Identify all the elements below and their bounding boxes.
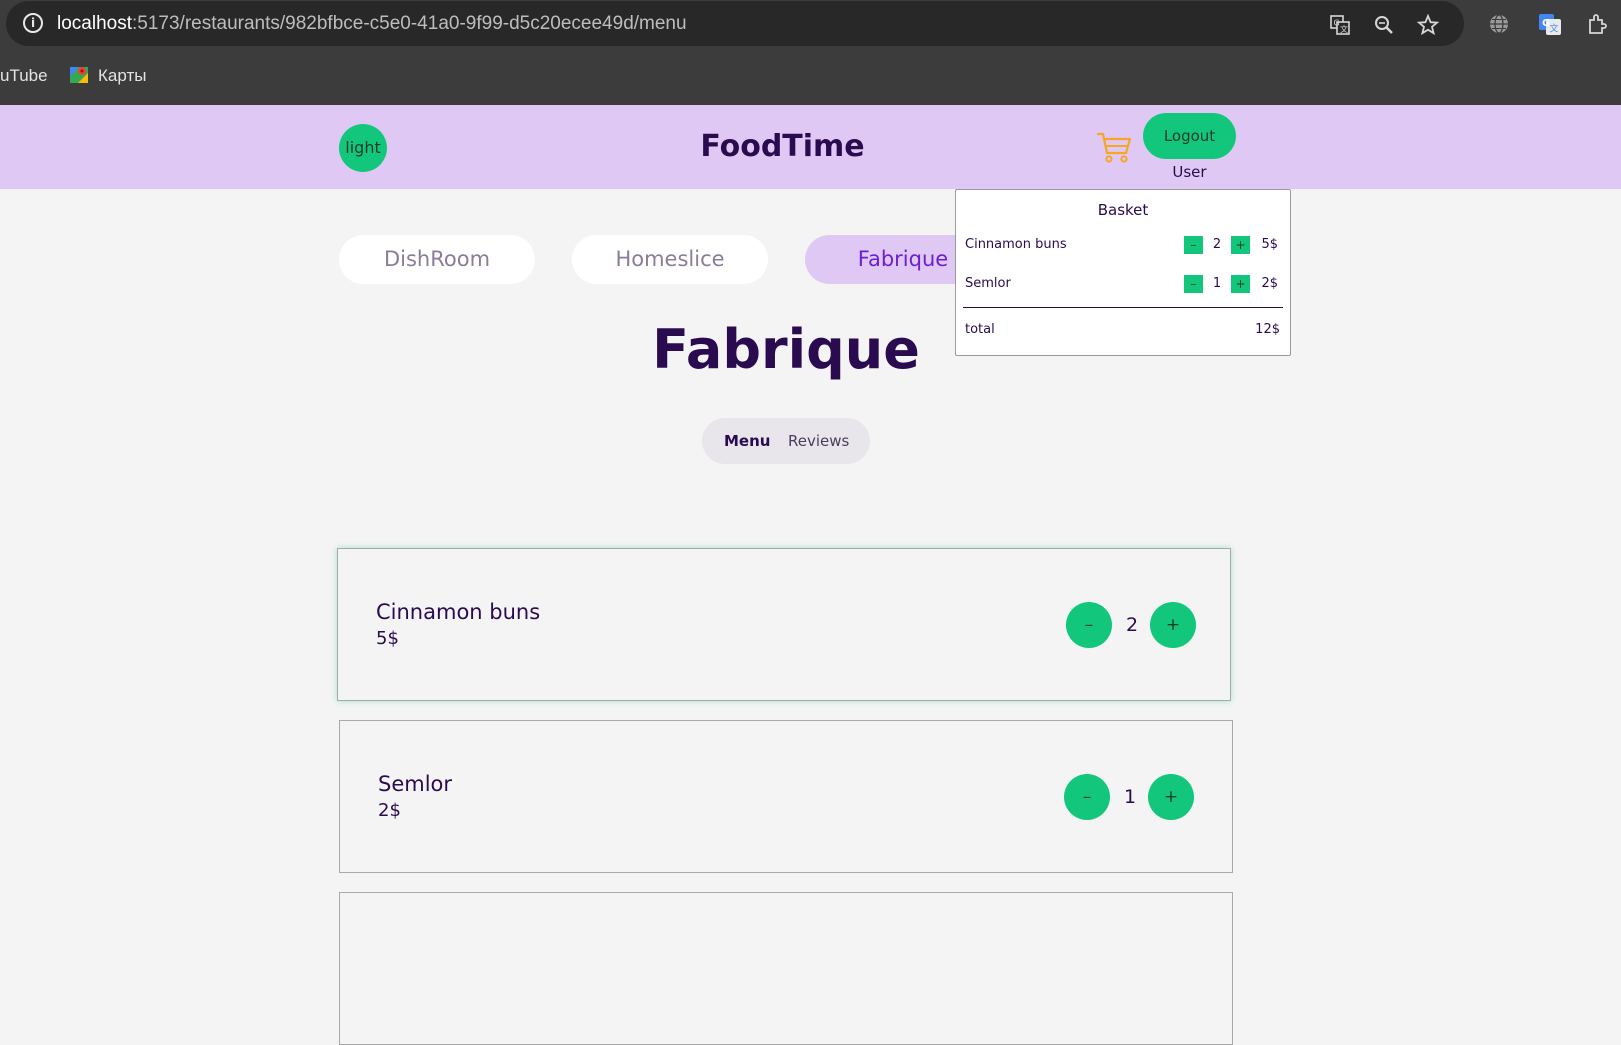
globe-icon[interactable]: [1487, 12, 1511, 36]
basket-decrement-button[interactable]: –: [1184, 236, 1203, 254]
basket-increment-button[interactable]: +: [1231, 236, 1250, 254]
shopping-cart-icon[interactable]: [1096, 129, 1132, 165]
basket-item-name: Cinnamon buns: [965, 237, 1067, 252]
restaurant-tab-dishroom[interactable]: DishRoom: [339, 235, 535, 284]
svg-text:文: 文: [1550, 23, 1559, 35]
basket-total-label: total: [965, 322, 995, 337]
translate-icon[interactable]: G文: [1328, 13, 1352, 37]
dish-count: 2: [1125, 614, 1139, 636]
extensions-icon[interactable]: [1586, 12, 1610, 36]
google-translate-icon[interactable]: G文: [1538, 12, 1562, 36]
basket-item-count: 2: [1212, 237, 1222, 252]
google-maps-icon: [69, 65, 89, 85]
basket-popup: Basket Cinnamon buns – 2 + 5$ Semlor – 1…: [955, 189, 1291, 356]
address-bar[interactable]: i localhost:5173/restaurants/982bfbce-c5…: [6, 1, 1464, 46]
zoom-icon[interactable]: [1372, 13, 1396, 37]
increment-button[interactable]: +: [1150, 602, 1196, 648]
bookmark-youtube[interactable]: uTube: [0, 65, 48, 87]
dish-price: 5$: [376, 628, 399, 649]
dish-name: Semlor: [378, 772, 453, 796]
basket-title: Basket: [1097, 201, 1149, 219]
url-text[interactable]: localhost:5173/restaurants/982bfbce-c5e0…: [57, 12, 687, 36]
brand-title: FoodTime: [700, 129, 865, 164]
tab-menu[interactable]: Menu: [724, 430, 770, 452]
restaurant-subtabs: Menu Reviews: [702, 418, 870, 464]
svg-text:G: G: [1334, 19, 1340, 28]
browser-toolbar: i localhost:5173/restaurants/982bfbce-c5…: [0, 0, 1621, 48]
basket-item-count: 1: [1212, 276, 1222, 291]
logout-button[interactable]: Logout: [1143, 113, 1236, 159]
decrement-button[interactable]: –: [1066, 602, 1112, 648]
basket-divider: [963, 307, 1283, 308]
dish-price: 2$: [378, 800, 401, 821]
dish-name: Cinnamon buns: [376, 600, 541, 624]
app-header: light FoodTime Logout User: [0, 105, 1621, 189]
basket-item-price: 2$: [1261, 276, 1278, 291]
bookmarks-bar: uTube Карты: [0, 48, 1621, 105]
svg-text:文: 文: [1340, 24, 1348, 34]
user-name: User: [1172, 163, 1207, 181]
page-title: Fabrique: [652, 318, 920, 381]
dish-card: [339, 892, 1233, 1045]
basket-total-value: 12$: [1255, 322, 1280, 337]
decrement-button[interactable]: –: [1064, 774, 1110, 820]
basket-decrement-button[interactable]: –: [1184, 275, 1203, 293]
basket-item-name: Semlor: [965, 276, 1011, 291]
increment-button[interactable]: +: [1148, 774, 1194, 820]
tab-reviews[interactable]: Reviews: [788, 430, 849, 452]
dish-card: Semlor 2$ – 1 +: [339, 720, 1233, 873]
dish-card: Cinnamon buns 5$ – 2 +: [337, 548, 1231, 701]
restaurant-tab-homeslice[interactable]: Homeslice: [572, 235, 768, 284]
basket-increment-button[interactable]: +: [1231, 275, 1250, 293]
dish-count: 1: [1123, 786, 1137, 808]
basket-item-price: 5$: [1261, 237, 1278, 252]
bookmark-maps[interactable]: Карты: [98, 65, 146, 87]
bookmark-star-icon[interactable]: [1416, 13, 1440, 37]
site-info-icon[interactable]: i: [23, 13, 43, 33]
